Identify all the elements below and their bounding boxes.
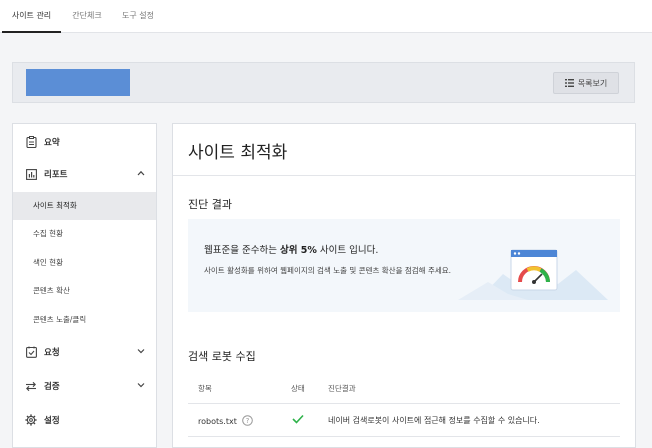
result-description: 사이트 활성화를 위하여 웹페이지의 검색 노출 및 콘텐츠 확산을 점검해 주… — [204, 266, 452, 275]
gauge-browser-illustration-icon — [458, 234, 618, 308]
sidebar: 요약 리포트 사이트 최적화 수집 현황 색인 현황 콘텐츠 확산 콘텐츠 노출… — [12, 123, 157, 448]
sidebar-sub-crawl-status[interactable]: 수집 현황 — [13, 220, 156, 248]
clipboard-icon — [25, 136, 37, 148]
checkbox-icon — [25, 346, 37, 358]
list-view-label: 목록보기 — [577, 78, 608, 88]
sidebar-item-report[interactable]: 리포트 — [13, 160, 156, 188]
help-question-icon[interactable]: ? — [242, 415, 254, 428]
tab-tool-settings[interactable]: 도구 설정 — [114, 0, 162, 33]
sidebar-item-label: 요약 — [44, 138, 60, 148]
table-header-item: 항목 — [198, 384, 212, 393]
swap-arrows-icon — [25, 380, 37, 392]
table-header-status: 상태 — [291, 384, 305, 393]
table-cell-item: robots.txt ? — [198, 415, 254, 428]
result-headline: 웹표준을 준수하는 상위 5% 사이트 입니다. — [204, 245, 379, 256]
sidebar-item-label: 설정 — [44, 416, 60, 426]
robot-section-title: 검색 로봇 수집 — [188, 350, 256, 363]
bar-chart-icon — [25, 168, 37, 180]
list-view-button[interactable]: 목록보기 — [553, 72, 619, 94]
tab-site-management[interactable]: 사이트 관리 — [2, 0, 61, 33]
chevron-up-icon — [137, 169, 145, 179]
result-rank: 상위 5% — [279, 245, 317, 256]
gear-icon — [25, 414, 37, 426]
chevron-down-icon — [137, 347, 145, 357]
page-title: 사이트 최적화 — [188, 143, 288, 163]
title-divider — [173, 175, 635, 176]
list-icon — [564, 79, 574, 87]
sidebar-item-label: 리포트 — [44, 170, 68, 180]
sidebar-item-request[interactable]: 요청 — [13, 338, 156, 366]
sidebar-item-settings[interactable]: 설정 — [13, 406, 156, 434]
tab-quick-check[interactable]: 간단체크 — [66, 0, 108, 33]
top-navigation: 사이트 관리 간단체크 도구 설정 — [0, 0, 652, 33]
table-divider — [188, 403, 620, 404]
table-divider — [188, 436, 620, 437]
sidebar-sub-content-clicks[interactable]: 콘텐츠 노출/클릭 — [13, 306, 156, 334]
sidebar-item-verify[interactable]: 검증 — [13, 372, 156, 400]
main-panel: 사이트 최적화 진단 결과 웹표준을 준수하는 상위 5% 사이트 입니다. 사… — [172, 123, 636, 448]
site-name-box[interactable] — [26, 69, 130, 96]
diagnosis-result-box: 웹표준을 준수하는 상위 5% 사이트 입니다. 사이트 활성화를 위하여 웹페… — [188, 219, 620, 312]
sidebar-sub-site-optimization[interactable]: 사이트 최적화 — [13, 192, 156, 220]
svg-text:?: ? — [246, 417, 250, 425]
site-header-band: 목록보기 — [12, 62, 635, 103]
sidebar-sub-index-status[interactable]: 색인 현황 — [13, 249, 156, 277]
sidebar-sub-content-spread[interactable]: 콘텐츠 확산 — [13, 277, 156, 305]
table-header-result: 진단결과 — [328, 384, 356, 393]
sidebar-item-label: 요청 — [44, 348, 60, 358]
diagnosis-section-title: 진단 결과 — [188, 198, 232, 211]
sidebar-item-label: 검증 — [44, 382, 60, 392]
status-check-icon — [292, 414, 304, 426]
sidebar-item-summary[interactable]: 요약 — [13, 128, 156, 156]
chevron-down-icon — [137, 381, 145, 391]
table-cell-result: 네이버 검색로봇이 사이트에 접근해 정보를 수집할 수 있습니다. — [328, 416, 540, 425]
